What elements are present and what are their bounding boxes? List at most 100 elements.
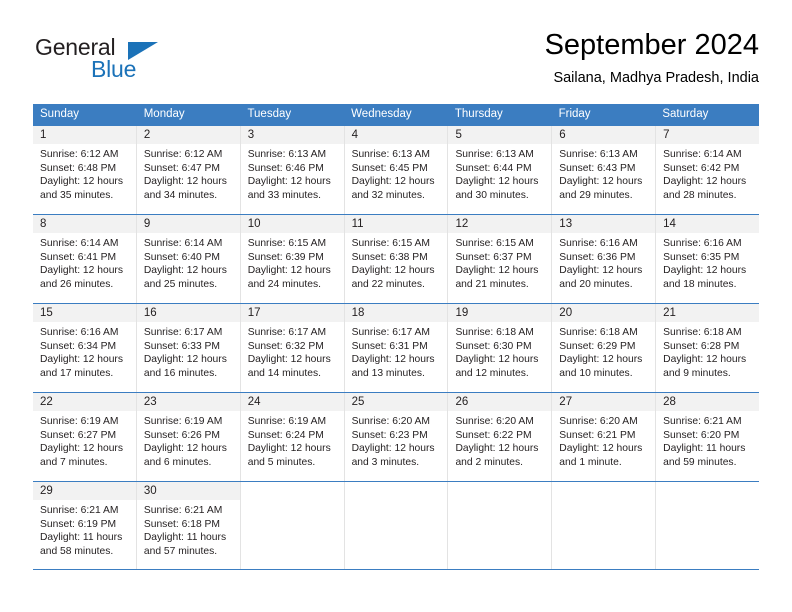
sunrise-text: Sunrise: 6:15 AM <box>247 238 327 249</box>
calendar-day-cell[interactable]: 27 Sunrise: 6:20 AM Sunset: 6:21 PM Dayligh… <box>552 393 657 481</box>
sunset-text: Sunset: 6:28 PM <box>663 340 740 352</box>
day-info: Sunrise: 6:12 AM Sunset: 6:48 PM Daylight:… <box>33 144 136 202</box>
daylight-text: Daylight: 12 hours and 24 minutes. <box>247 265 331 290</box>
daylight-text: Daylight: 12 hours and 17 minutes. <box>40 354 123 379</box>
calendar-day-cell[interactable]: 10 Sunrise: 6:15 AM Sunset: 6:39 PM Dayligh… <box>240 215 345 303</box>
calendar-day-cell[interactable]: 29 Sunrise: 6:21 AM Sunset: 6:19 PM Dayligh… <box>33 482 137 569</box>
day-info: Sunrise: 6:19 AM Sunset: 6:24 PM Daylight:… <box>241 411 344 469</box>
day-info: Sunrise: 6:21 AM Sunset: 6:20 PM Daylight:… <box>656 411 759 469</box>
day-number-band: 2 <box>136 126 240 144</box>
calendar-day-cell[interactable]: 13 Sunrise: 6:16 AM Sunset: 6:36 PM Dayligh… <box>552 215 657 303</box>
calendar-day-cell[interactable]: 4 Sunrise: 6:13 AM Sunset: 6:45 PM Daylight… <box>344 126 449 214</box>
sunset-text: Sunset: 6:35 PM <box>663 251 740 263</box>
sunrise-text: Sunrise: 6:16 AM <box>663 238 742 249</box>
sunrise-text: Sunrise: 6:18 AM <box>559 327 638 338</box>
calendar-day-cell[interactable]: 21 Sunrise: 6:18 AM Sunset: 6:28 PM Dayligh… <box>656 304 760 392</box>
day-info: Sunrise: 6:19 AM Sunset: 6:27 PM Daylight:… <box>33 411 136 469</box>
calendar-day-cell[interactable]: 15 Sunrise: 6:16 AM Sunset: 6:34 PM Dayligh… <box>33 304 137 392</box>
day-number: 18 <box>351 307 365 319</box>
calendar-week-row: 29 Sunrise: 6:21 AM Sunset: 6:19 PM Dayligh… <box>33 481 760 570</box>
sunrise-text: Sunrise: 6:19 AM <box>247 416 327 427</box>
sunset-text: Sunset: 6:38 PM <box>351 251 428 263</box>
day-number: 15 <box>40 307 53 319</box>
day-number: 26 <box>455 396 469 408</box>
calendar-day-cell[interactable]: 11 Sunrise: 6:15 AM Sunset: 6:38 PM Dayligh… <box>344 215 449 303</box>
calendar-day-cell[interactable]: 22 Sunrise: 6:19 AM Sunset: 6:27 PM Dayligh… <box>33 393 137 481</box>
day-number: 5 <box>455 129 462 141</box>
calendar-day-cell[interactable]: 8 Sunrise: 6:14 AM Sunset: 6:41 PM Daylight… <box>33 215 137 303</box>
calendar-day-cell[interactable]: 23 Sunrise: 6:19 AM Sunset: 6:26 PM Dayligh… <box>136 393 241 481</box>
daylight-text: Daylight: 12 hours and 26 minutes. <box>40 265 123 290</box>
page-title: September 2024 <box>544 29 759 61</box>
calendar-day-cell[interactable]: 24 Sunrise: 6:19 AM Sunset: 6:24 PM Dayligh… <box>240 393 345 481</box>
day-number: 22 <box>40 396 53 408</box>
day-number-band <box>448 482 552 500</box>
calendar-day-cell[interactable]: 17 Sunrise: 6:17 AM Sunset: 6:32 PM Dayligh… <box>240 304 345 392</box>
day-number: 3 <box>247 129 255 141</box>
weekday-header-wednesday: Wednesday <box>351 108 412 120</box>
weekday-header-thursday: Thursday <box>454 108 503 120</box>
generalblue-logo[interactable]: General Blue <box>33 34 233 90</box>
daylight-text: Daylight: 12 hours and 1 minute. <box>559 443 643 468</box>
calendar-day-cell[interactable]: 20 Sunrise: 6:18 AM Sunset: 6:29 PM Dayligh… <box>552 304 657 392</box>
calendar-day-cell[interactable]: 18 Sunrise: 6:17 AM Sunset: 6:31 PM Dayligh… <box>344 304 449 392</box>
sunrise-text: Sunrise: 6:21 AM <box>40 505 119 516</box>
day-number: 14 <box>663 218 676 230</box>
day-number-band: 29 <box>33 482 136 500</box>
calendar-day-cell[interactable]: 28 Sunrise: 6:21 AM Sunset: 6:20 PM Dayligh… <box>656 393 760 481</box>
calendar-day-cell[interactable]: 14 Sunrise: 6:16 AM Sunset: 6:35 PM Dayligh… <box>656 215 760 303</box>
day-number: 1 <box>40 129 47 141</box>
calendar-day-cell[interactable]: 7 Sunrise: 6:14 AM Sunset: 6:42 PM Daylight… <box>656 126 760 214</box>
daylight-text: Daylight: 11 hours and 57 minutes. <box>143 532 227 557</box>
day-info: Sunrise: 6:16 AM Sunset: 6:35 PM Daylight:… <box>656 233 759 291</box>
sunset-text: Sunset: 6:26 PM <box>143 429 220 441</box>
calendar-day-cell[interactable]: 25 Sunrise: 6:20 AM Sunset: 6:23 PM Dayligh… <box>344 393 449 481</box>
calendar-day-cell[interactable]: 3 Sunrise: 6:13 AM Sunset: 6:46 PM Daylight… <box>240 126 345 214</box>
calendar-day-cell[interactable]: 30 Sunrise: 6:21 AM Sunset: 6:18 PM Dayligh… <box>136 482 241 569</box>
calendar-day-cell[interactable]: 5 Sunrise: 6:13 AM Sunset: 6:44 PM Daylight… <box>448 126 553 214</box>
day-number: 13 <box>559 218 573 230</box>
calendar-grid: Sunday Monday Tuesday Wednesday Thursday… <box>33 104 760 570</box>
daylight-text: Daylight: 12 hours and 29 minutes. <box>559 176 643 201</box>
day-number: 23 <box>143 396 157 408</box>
sunrise-text: Sunrise: 6:16 AM <box>40 327 119 338</box>
daylight-text: Daylight: 11 hours and 59 minutes. <box>663 443 746 468</box>
daylight-text: Daylight: 12 hours and 21 minutes. <box>455 265 539 290</box>
day-info: Sunrise: 6:13 AM Sunset: 6:43 PM Daylight:… <box>552 144 655 202</box>
day-number-band <box>240 482 344 500</box>
weekday-header-row: Sunday Monday Tuesday Wednesday Thursday… <box>33 104 759 125</box>
day-info: Sunrise: 6:15 AM Sunset: 6:37 PM Daylight:… <box>448 233 551 291</box>
calendar-day-empty <box>656 482 760 569</box>
day-number: 6 <box>559 129 566 141</box>
sunset-text: Sunset: 6:40 PM <box>143 251 220 263</box>
day-number-band: 11 <box>344 215 448 233</box>
calendar-day-cell[interactable]: 16 Sunrise: 6:17 AM Sunset: 6:33 PM Dayligh… <box>136 304 241 392</box>
day-number: 21 <box>663 307 676 319</box>
calendar-day-cell[interactable]: 9 Sunrise: 6:14 AM Sunset: 6:40 PM Daylight… <box>136 215 241 303</box>
sunrise-text: Sunrise: 6:20 AM <box>455 416 534 427</box>
sunrise-text: Sunrise: 6:13 AM <box>559 149 638 160</box>
day-number: 20 <box>559 307 573 319</box>
sunrise-text: Sunrise: 6:13 AM <box>247 149 327 160</box>
day-number-band: 10 <box>240 215 344 233</box>
sunset-text: Sunset: 6:36 PM <box>559 251 636 263</box>
calendar-day-cell[interactable]: 1 Sunrise: 6:12 AM Sunset: 6:48 PM Daylight… <box>33 126 137 214</box>
day-number-band: 7 <box>656 126 760 144</box>
day-number-band: 4 <box>344 126 448 144</box>
calendar-day-cell[interactable]: 19 Sunrise: 6:18 AM Sunset: 6:30 PM Dayligh… <box>448 304 553 392</box>
sunrise-text: Sunrise: 6:12 AM <box>40 149 119 160</box>
sunrise-text: Sunrise: 6:20 AM <box>351 416 430 427</box>
day-number-band: 13 <box>552 215 656 233</box>
daylight-text: Daylight: 12 hours and 10 minutes. <box>559 354 643 379</box>
day-number-band: 25 <box>344 393 448 411</box>
calendar-day-cell[interactable]: 26 Sunrise: 6:20 AM Sunset: 6:22 PM Dayligh… <box>448 393 553 481</box>
calendar-weeks: 1 Sunrise: 6:12 AM Sunset: 6:48 PM Daylight… <box>33 125 760 570</box>
day-info: Sunrise: 6:19 AM Sunset: 6:26 PM Daylight:… <box>137 411 240 469</box>
calendar-day-cell[interactable]: 12 Sunrise: 6:15 AM Sunset: 6:37 PM Dayligh… <box>448 215 553 303</box>
calendar-day-cell[interactable]: 2 Sunrise: 6:12 AM Sunset: 6:47 PM Daylight… <box>136 126 241 214</box>
sunset-text: Sunset: 6:29 PM <box>559 340 636 352</box>
calendar-day-cell[interactable]: 6 Sunrise: 6:13 AM Sunset: 6:43 PM Daylight… <box>552 126 657 214</box>
sunset-text: Sunset: 6:41 PM <box>40 251 117 263</box>
weekday-header-friday: Friday <box>558 108 591 120</box>
logo-text-blue: Blue <box>91 56 137 82</box>
